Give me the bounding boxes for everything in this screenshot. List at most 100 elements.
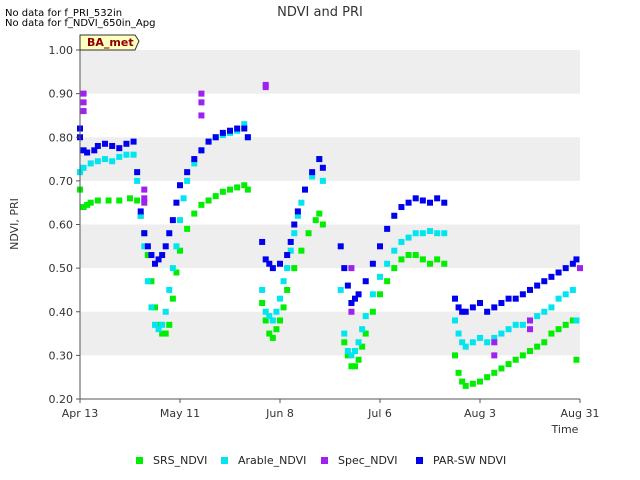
- point-srs-ndvi: [527, 348, 533, 355]
- point-srs-ndvi: [227, 186, 233, 193]
- point-par-sw-ndvi: [84, 149, 91, 156]
- point-arable-ndvi: [519, 321, 526, 328]
- y-tick-label: 0.80: [49, 131, 74, 144]
- point-par-sw-ndvi: [419, 197, 426, 204]
- point-spec-ndvi: [141, 186, 148, 193]
- point-par-sw-ndvi: [169, 217, 176, 224]
- point-srs-ndvi: [205, 197, 212, 204]
- point-srs-ndvi: [519, 352, 526, 359]
- point-arable-ndvi: [455, 330, 462, 337]
- point-par-sw-ndvi: [141, 230, 148, 237]
- y-tick-label: 1.00: [49, 44, 74, 57]
- point-arable-ndvi: [462, 343, 469, 350]
- point-arable-ndvi: [284, 265, 291, 272]
- point-par-sw-ndvi: [102, 140, 108, 147]
- legend-label-arable-ndvi: Arable_NDVI: [238, 454, 306, 467]
- point-par-sw-ndvi: [491, 304, 498, 311]
- point-arable-ndvi: [405, 234, 412, 241]
- legend-swatch-spec-ndvi: [321, 457, 328, 464]
- point-par-sw-ndvi: [259, 238, 266, 245]
- point-arable-ndvi: [541, 308, 548, 315]
- y-tick-label: 0.50: [49, 262, 74, 275]
- site-tag-label: BA_met: [87, 36, 134, 49]
- point-arable-ndvi: [162, 308, 169, 315]
- point-spec-ndvi: [198, 90, 205, 97]
- point-srs-ndvi: [548, 330, 555, 337]
- point-par-sw-ndvi: [309, 169, 316, 176]
- point-par-sw-ndvi: [505, 295, 512, 302]
- point-srs-ndvi: [316, 210, 323, 217]
- point-spec-ndvi: [348, 265, 355, 272]
- point-arable-ndvi: [169, 265, 176, 272]
- point-arable-ndvi: [298, 199, 305, 206]
- point-srs-ndvi: [455, 369, 462, 376]
- point-par-sw-ndvi: [548, 273, 555, 280]
- point-srs-ndvi: [405, 252, 412, 259]
- point-srs-ndvi: [573, 356, 580, 363]
- point-srs-ndvi: [477, 378, 483, 385]
- point-par-sw-ndvi: [212, 134, 219, 141]
- point-srs-ndvi: [234, 184, 241, 191]
- y-tick-label: 0.90: [49, 88, 74, 101]
- point-arable-ndvi: [80, 164, 87, 171]
- point-srs-ndvi: [452, 352, 458, 359]
- point-arable-ndvi: [452, 317, 458, 324]
- y-tick-label: 0.70: [49, 175, 74, 188]
- point-par-sw-ndvi: [173, 199, 180, 206]
- point-srs-ndvi: [219, 188, 226, 195]
- x-axis-label: Time: [551, 423, 579, 436]
- point-srs-ndvi: [555, 326, 562, 333]
- point-srs-ndvi: [391, 265, 398, 272]
- point-arable-ndvi: [555, 295, 562, 302]
- point-arable-ndvi: [562, 291, 569, 298]
- point-srs-ndvi: [512, 356, 519, 363]
- point-srs-ndvi: [462, 382, 469, 389]
- point-srs-ndvi: [369, 308, 376, 315]
- point-spec-ndvi: [262, 84, 269, 91]
- point-par-sw-ndvi: [405, 199, 412, 206]
- point-arable-ndvi: [109, 158, 116, 165]
- point-srs-ndvi: [352, 363, 358, 370]
- point-arable-ndvi: [116, 153, 123, 160]
- point-srs-ndvi: [484, 374, 491, 381]
- point-srs-ndvi: [191, 210, 198, 217]
- point-par-sw-ndvi: [123, 140, 130, 147]
- point-par-sw-ndvi: [130, 138, 137, 145]
- legend-label-spec-ndvi: Spec_NDVI: [338, 454, 398, 467]
- point-srs-ndvi: [280, 304, 287, 311]
- point-arable-ndvi: [184, 177, 191, 184]
- point-srs-ndvi: [341, 339, 348, 346]
- grid-band: [80, 50, 580, 94]
- grid-band: [80, 137, 580, 181]
- point-arable-ndvi: [412, 230, 419, 237]
- point-arable-ndvi: [505, 326, 512, 333]
- point-srs-ndvi: [116, 197, 123, 204]
- point-arable-ndvi: [419, 230, 426, 237]
- point-srs-ndvi: [94, 197, 101, 204]
- y-tick-label: 0.20: [49, 393, 74, 406]
- point-arable-ndvi: [130, 151, 137, 158]
- point-arable-ndvi: [484, 339, 491, 346]
- point-srs-ndvi: [184, 225, 191, 232]
- point-arable-ndvi: [177, 217, 183, 224]
- point-srs-ndvi: [412, 252, 419, 259]
- point-arable-ndvi: [134, 177, 141, 184]
- point-srs-ndvi: [127, 195, 133, 202]
- point-srs-ndvi: [105, 197, 112, 204]
- point-spec-ndvi: [198, 99, 205, 106]
- point-arable-ndvi: [159, 321, 166, 328]
- point-par-sw-ndvi: [241, 125, 248, 132]
- point-srs-ndvi: [541, 339, 548, 346]
- point-par-sw-ndvi: [159, 252, 166, 259]
- point-spec-ndvi: [141, 199, 148, 206]
- x-tick-label: Jul 6: [367, 407, 392, 420]
- point-par-sw-ndvi: [452, 295, 458, 302]
- point-par-sw-ndvi: [369, 260, 376, 267]
- point-par-sw-ndvi: [219, 129, 226, 136]
- point-spec-ndvi: [577, 265, 583, 272]
- point-srs-ndvi: [562, 321, 569, 328]
- point-par-sw-ndvi: [573, 256, 580, 263]
- point-srs-ndvi: [244, 186, 251, 193]
- point-par-sw-ndvi: [498, 300, 505, 307]
- point-arable-ndvi: [548, 304, 555, 311]
